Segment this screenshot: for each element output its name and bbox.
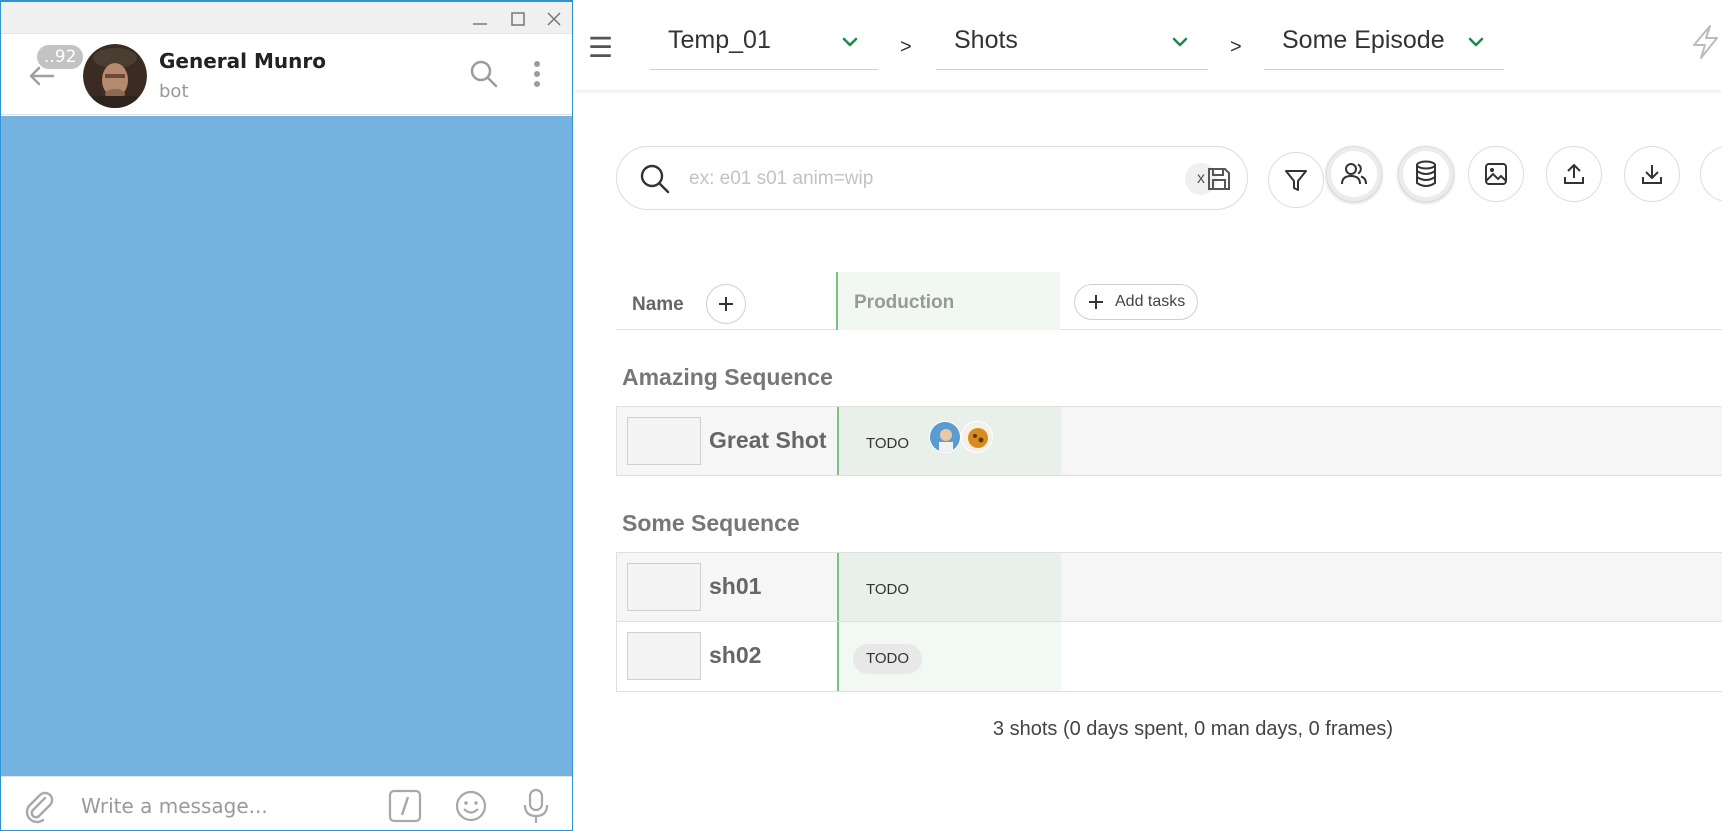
image-icon	[1485, 163, 1507, 185]
bot-command-icon[interactable]	[387, 788, 423, 824]
shot-name[interactable]: Great Shot	[709, 427, 827, 454]
assignee-avatar[interactable]	[929, 421, 961, 453]
shot-name[interactable]: sh02	[709, 642, 761, 669]
menu-icon[interactable]: ☰	[588, 34, 613, 62]
contact-status: bot	[159, 81, 189, 102]
lightning-icon[interactable]	[1688, 24, 1722, 60]
more-tools-button[interactable]	[1700, 146, 1722, 202]
plus-icon	[1089, 295, 1103, 309]
chevron-down-icon	[1468, 37, 1484, 47]
people-button[interactable]	[1326, 146, 1382, 202]
chat-header: ..92 General Munro bot	[1, 35, 572, 115]
table-row[interactable]: sh01 TODO	[616, 552, 1722, 622]
database-icon	[1416, 160, 1436, 187]
thumbnails-button[interactable]	[1468, 146, 1524, 202]
shot-name[interactable]: sh01	[709, 573, 761, 600]
add-tasks-label: Add tasks	[1115, 293, 1186, 310]
status-badge[interactable]: TODO	[853, 644, 923, 674]
production-select-value: Temp_01	[668, 26, 771, 54]
download-icon	[1642, 165, 1662, 184]
breadcrumb-separator: >	[1230, 36, 1242, 58]
episode-select-value: Some Episode	[1282, 26, 1445, 54]
contact-name[interactable]: General Munro	[159, 49, 326, 73]
episode-select[interactable]: Some Episode	[1264, 14, 1504, 70]
microphone-icon[interactable]	[519, 787, 553, 825]
add-shot-button[interactable]	[706, 284, 746, 324]
maximize-icon[interactable]	[507, 8, 529, 30]
shot-thumbnail[interactable]	[627, 632, 701, 680]
emoji-icon[interactable]	[453, 788, 489, 824]
shots-stats: 3 shots (0 days spent, 0 man days, 0 fra…	[992, 718, 1394, 740]
search-icon[interactable]	[467, 57, 501, 91]
search-bar: x	[616, 146, 1248, 210]
table-row[interactable]: Great Shot TODO	[616, 406, 1722, 476]
section-select[interactable]: Shots	[936, 14, 1208, 70]
paperclip-icon[interactable]	[21, 788, 57, 824]
table-row[interactable]: sh02 TODO	[616, 622, 1722, 692]
filter-button[interactable]	[1268, 152, 1324, 208]
production-select[interactable]: Temp_01	[650, 14, 878, 70]
plus-icon	[719, 297, 733, 311]
task-cell[interactable]: TODO	[837, 553, 1061, 621]
download-button[interactable]	[1624, 146, 1680, 202]
users-icon	[1341, 163, 1367, 185]
assignee-avatar[interactable]	[961, 421, 993, 453]
shot-thumbnail[interactable]	[627, 563, 701, 611]
telegram-window: ..92 General Munro bot	[0, 0, 573, 831]
chevron-down-icon	[1172, 37, 1188, 47]
production-app: ☰ Temp_01 > Shots > Some Episode x	[574, 0, 1722, 831]
task-cell[interactable]: TODO	[837, 622, 1061, 691]
status-badge[interactable]: TODO	[853, 429, 922, 459]
name-column-header[interactable]: Name	[632, 294, 684, 316]
message-composer	[1, 776, 572, 830]
section-select-value: Shots	[954, 26, 1018, 54]
window-titlebar	[1, 2, 572, 34]
task-column-label: Production	[854, 292, 955, 313]
table-header: Name Production Add tasks	[616, 272, 1722, 330]
minimize-icon[interactable]	[469, 8, 491, 30]
filter-icon	[1285, 170, 1307, 191]
status-badge[interactable]: TODO	[853, 575, 922, 605]
task-cell[interactable]: TODO	[837, 407, 1061, 475]
add-tasks-button[interactable]: Add tasks	[1074, 284, 1199, 320]
upload-button[interactable]	[1546, 146, 1602, 202]
database-button[interactable]	[1398, 146, 1454, 202]
breadcrumb-separator: >	[900, 36, 912, 58]
unread-badge: ..92	[37, 45, 84, 69]
upload-icon	[1564, 164, 1584, 184]
search-icon	[640, 164, 670, 194]
search-input[interactable]	[689, 163, 1089, 195]
close-icon[interactable]	[543, 8, 565, 30]
sequence-title: Some Sequence	[622, 510, 800, 536]
sequence-title: Amazing Sequence	[622, 364, 833, 390]
more-vertical-icon[interactable]	[523, 57, 551, 91]
top-bar: ☰ Temp_01 > Shots > Some Episode	[574, 0, 1722, 90]
shot-thumbnail[interactable]	[627, 417, 701, 465]
task-column-header[interactable]: Production	[836, 272, 1060, 330]
avatar[interactable]	[83, 44, 147, 108]
save-icon[interactable]	[1205, 165, 1233, 193]
message-input[interactable]	[81, 791, 371, 821]
chat-area[interactable]	[1, 116, 572, 776]
chevron-down-icon	[842, 37, 858, 47]
